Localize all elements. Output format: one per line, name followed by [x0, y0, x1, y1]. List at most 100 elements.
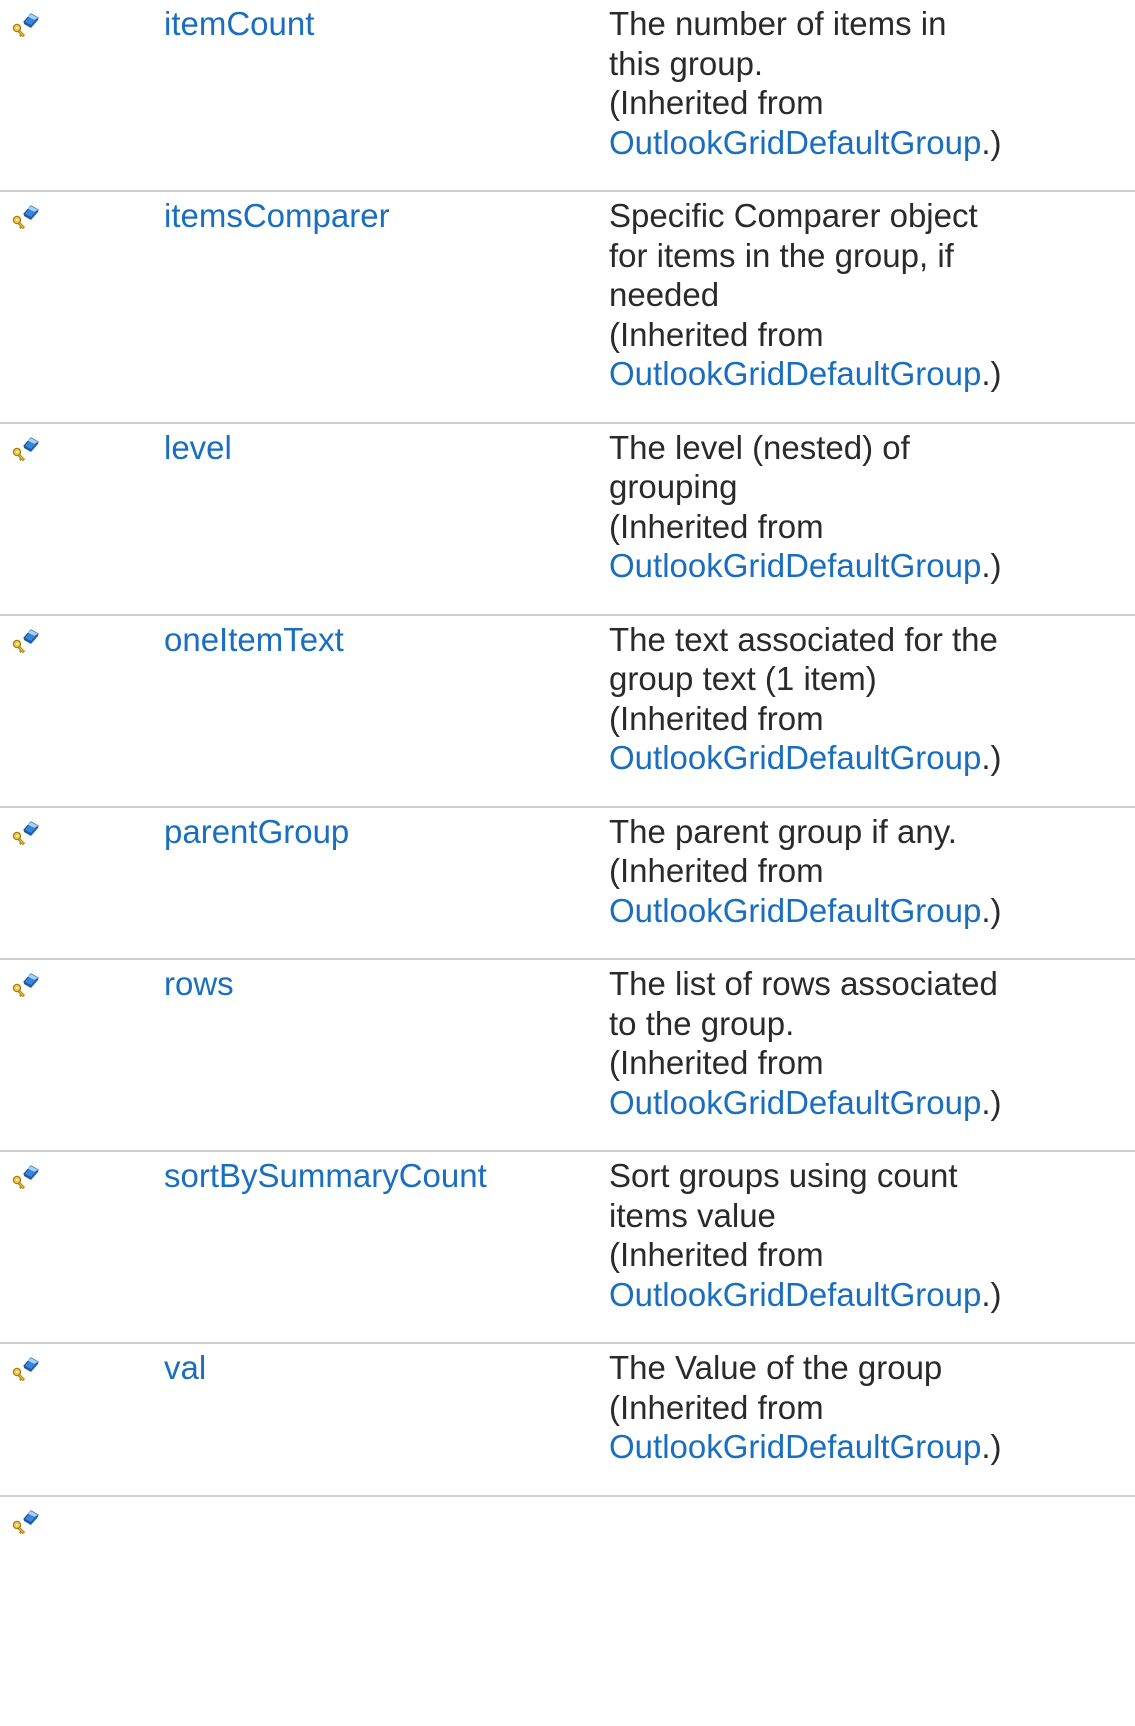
protected-field-icon — [10, 10, 40, 40]
protected-field-icon — [10, 970, 40, 1000]
member-icon-cell — [0, 1343, 164, 1497]
member-name-link[interactable]: itemsComparer — [164, 197, 390, 234]
inherited-suffix: .) — [981, 891, 1002, 929]
inherited-suffix: .) — [981, 547, 1002, 584]
member-row: itemsComparer Specific Comparer object for… — [0, 191, 1135, 424]
description-text: The text associated for the — [609, 620, 998, 658]
member-name-cell — [164, 1496, 609, 1547]
member-description-cell: The level (nested) of grouping (Inherited … — [609, 422, 1135, 616]
description-text: Sort groups using count — [609, 1157, 958, 1194]
member-row: val The Value of the group (Inherited from… — [0, 1343, 1135, 1497]
member-description-cell: The list of rows associated to the group.… — [609, 959, 1135, 1152]
member-icon-cell — [0, 1151, 164, 1344]
member-icon-cell — [0, 191, 164, 424]
description-text: The Value of the group — [609, 1349, 943, 1386]
member-name-cell: level — [164, 422, 609, 616]
member-description-cell: The number of items in this group. (Inheri… — [609, 0, 1135, 192]
inherited-class-line: OutlookGridDefaultGroup.) — [609, 546, 1131, 586]
inherited-class-link[interactable]: OutlookGridDefaultGroup — [609, 892, 981, 929]
member-description-cell: The parent group if any. (Inherited from O… — [609, 806, 1135, 960]
member-name-link[interactable]: level — [164, 429, 232, 466]
inherited-class-link[interactable]: OutlookGridDefaultGroup — [609, 355, 981, 392]
inherited-from-label: (Inherited from — [609, 699, 824, 737]
member-name-cell: sortBySummaryCount — [164, 1151, 609, 1344]
description-text: items value — [609, 1196, 776, 1234]
protected-field-icon — [10, 1162, 40, 1192]
protected-field-icon — [10, 202, 40, 232]
inherited-class-link[interactable]: OutlookGridDefaultGroup — [609, 739, 981, 776]
inherited-suffix: .) — [981, 739, 1002, 776]
description-text: this group. — [609, 44, 764, 82]
inherited-class-link[interactable]: OutlookGridDefaultGroup — [609, 547, 981, 584]
member-name-link[interactable]: oneItemText — [164, 621, 344, 658]
inherited-from-label: (Inherited from — [609, 507, 824, 545]
member-row: level The level (nested) of grouping (Inher… — [0, 422, 1135, 616]
inherited-class-link[interactable]: OutlookGridDefaultGroup — [609, 124, 981, 161]
inherited-from-label: (Inherited from — [609, 1236, 824, 1273]
member-row: rows The list of rows associated to the gr… — [0, 959, 1135, 1152]
inherited-suffix: .) — [981, 1083, 1002, 1121]
member-icon-cell — [0, 422, 164, 616]
member-name-cell: val — [164, 1343, 609, 1497]
member-description-cell — [609, 1496, 1135, 1547]
member-description-cell: The text associated for the group text (1… — [609, 614, 1135, 808]
description-text: The list of rows associated — [609, 965, 998, 1002]
member-name-cell: parentGroup — [164, 806, 609, 960]
protected-field-icon — [10, 434, 40, 464]
member-name-link[interactable]: sortBySummaryCount — [164, 1157, 487, 1194]
inherited-from-label: (Inherited from — [609, 315, 824, 353]
member-description-cell: The Value of the group (Inherited from Out… — [609, 1343, 1135, 1497]
member-name-link[interactable]: val — [164, 1349, 206, 1386]
member-name-cell: oneItemText — [164, 614, 609, 808]
protected-field-icon — [10, 1354, 40, 1384]
protected-field-icon — [10, 818, 40, 848]
description-text: Specific Comparer object — [609, 197, 978, 234]
member-name-link[interactable]: itemCount — [164, 5, 314, 42]
members-table: itemCount The number of items in this grou… — [0, 0, 1135, 1547]
inherited-class-link[interactable]: OutlookGridDefaultGroup — [609, 1276, 981, 1313]
inherited-class-line: OutlookGridDefaultGroup.) — [609, 123, 1131, 163]
member-icon-cell — [0, 1496, 164, 1547]
inherited-class-link[interactable]: OutlookGridDefaultGroup — [609, 1428, 981, 1465]
inherited-suffix: .) — [981, 123, 1002, 161]
description-text: for items in the group, if — [609, 236, 954, 274]
member-name-link[interactable]: rows — [164, 965, 234, 1002]
description-text: The parent group if any. — [609, 812, 957, 850]
member-row: itemCount The number of items in this grou… — [0, 0, 1135, 192]
inherited-from-label: (Inherited from — [609, 852, 824, 889]
inherited-class-line: OutlookGridDefaultGroup.) — [609, 1083, 1131, 1123]
inherited-from-label: (Inherited from — [609, 1388, 824, 1426]
members-table-body: itemCount The number of items in this grou… — [0, 0, 1135, 1547]
member-icon-cell — [0, 806, 164, 960]
member-description-cell: Specific Comparer object for items in the… — [609, 191, 1135, 424]
member-row: parentGroup The parent group if any. (Inhe… — [0, 806, 1135, 960]
inherited-from-label: (Inherited from — [609, 1044, 824, 1081]
inherited-class-line: OutlookGridDefaultGroup.) — [609, 891, 1131, 931]
inherited-from-label: (Inherited from — [609, 84, 824, 121]
member-name-link[interactable]: parentGroup — [164, 813, 349, 850]
member-icon-cell — [0, 614, 164, 808]
description-text: group text (1 item) — [609, 660, 877, 697]
inherited-suffix: .) — [981, 355, 1002, 392]
member-name-cell: rows — [164, 959, 609, 1152]
inherited-class-line: OutlookGridDefaultGroup.) — [609, 1275, 1131, 1315]
protected-field-icon — [10, 1507, 40, 1537]
member-name-cell: itemCount — [164, 0, 609, 192]
member-row: oneItemText The text associated for the gr… — [0, 614, 1135, 808]
inherited-suffix: .) — [981, 1428, 1002, 1465]
member-row: sortBySummaryCount Sort groups using coun… — [0, 1151, 1135, 1344]
inherited-class-line: OutlookGridDefaultGroup.) — [609, 354, 1131, 394]
inherited-suffix: .) — [981, 1275, 1002, 1313]
description-text: to the group. — [609, 1004, 795, 1042]
member-row — [0, 1496, 1135, 1547]
description-text: The number of items in — [609, 5, 947, 42]
description-text: grouping — [609, 468, 738, 505]
inherited-class-link[interactable]: OutlookGridDefaultGroup — [609, 1084, 981, 1121]
description-text: The level (nested) of — [609, 428, 910, 466]
member-name-cell: itemsComparer — [164, 191, 609, 424]
description-text: needed — [609, 276, 720, 313]
member-icon-cell — [0, 959, 164, 1152]
member-description-cell: Sort groups using count items value (Inher… — [609, 1151, 1135, 1344]
inherited-class-line: OutlookGridDefaultGroup.) — [609, 738, 1131, 778]
inherited-class-line: OutlookGridDefaultGroup.) — [609, 1427, 1131, 1467]
